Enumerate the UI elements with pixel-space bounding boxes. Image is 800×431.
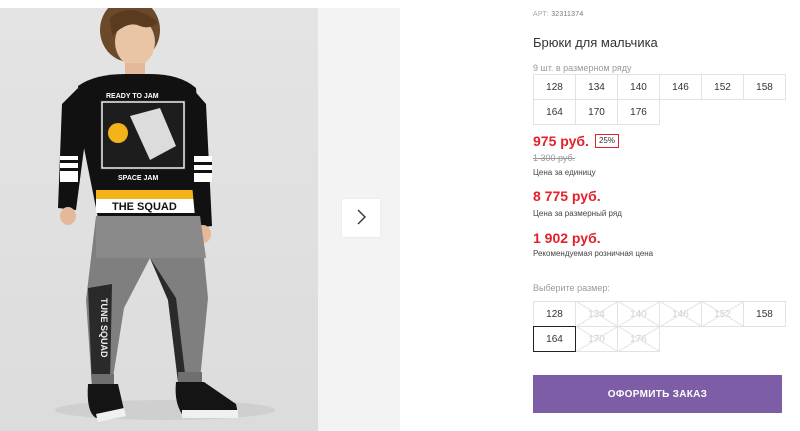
row-price: 8 775 руб. <box>533 188 601 204</box>
shirt-logo-text: SPACE JAM <box>118 175 158 182</box>
size-option-164[interactable]: 164 <box>533 326 576 352</box>
row-price-caption: Цена за размерный ряд <box>533 209 622 218</box>
recommended-price-caption: Рекомендуемая розничная цена <box>533 249 654 258</box>
size-row-cell: 170 <box>575 99 618 125</box>
size-option-176: 176 <box>617 326 660 352</box>
size-option-158[interactable]: 158 <box>743 301 786 327</box>
sku-value: 32311374 <box>551 11 584 18</box>
recommended-price: 1 902 руб. <box>533 230 601 246</box>
size-option-146: 146 <box>659 301 702 327</box>
boy-in-outfit-illustration: READY TO JAM SPACE JAM THE SQUAD TUNE SQ… <box>55 8 275 422</box>
size-row-cell: 176 <box>617 99 660 125</box>
pants-text: TUNE SQUAD <box>99 298 109 358</box>
product-photo[interactable]: READY TO JAM SPACE JAM THE SQUAD TUNE SQ… <box>0 8 318 431</box>
choose-size-label: Выберите размер: <box>533 283 610 293</box>
price-line: 975 руб. 25% <box>533 133 619 149</box>
size-row-cell: 134 <box>575 74 618 100</box>
sku-label: АРТ: <box>533 11 550 18</box>
size-row-cell: 140 <box>617 74 660 100</box>
chevron-right-icon <box>355 209 367 228</box>
size-row-cell: 152 <box>701 74 744 100</box>
shirt-top-text: READY TO JAM <box>106 93 159 100</box>
shirt-band-text: THE SQUAD <box>112 201 177 213</box>
order-button[interactable]: ОФОРМИТЬ ЗАКАЗ <box>533 375 782 413</box>
size-option-170: 170 <box>575 326 618 352</box>
size-option-152: 152 <box>701 301 744 327</box>
unit-price-caption: Цена за единицу <box>533 168 596 177</box>
product-title: Брюки для мальчика <box>533 35 658 50</box>
discount-badge: 25% <box>594 134 619 148</box>
gallery-next-button[interactable] <box>342 199 380 237</box>
old-price: 1 300 руб. <box>533 153 576 163</box>
size-row-cell: 164 <box>533 99 576 125</box>
product-sku: АРТ: 32311374 <box>533 11 583 18</box>
size-row-cell: 158 <box>743 74 786 100</box>
size-option-134: 134 <box>575 301 618 327</box>
size-row-cell: 128 <box>533 74 576 100</box>
size-row-cell: 146 <box>659 74 702 100</box>
size-row-grid: 128 134 140 146 152 158 164 170 176 <box>533 74 786 125</box>
size-option-128[interactable]: 128 <box>533 301 576 327</box>
size-selector: 128 134 140 146 152 158 164 170 176 <box>533 301 786 352</box>
unit-price: 975 руб. <box>533 133 589 149</box>
product-gallery: READY TO JAM SPACE JAM THE SQUAD TUNE SQ… <box>0 8 400 431</box>
size-row-note: 9 шт. в размерном ряду <box>533 63 632 73</box>
size-option-140: 140 <box>617 301 660 327</box>
